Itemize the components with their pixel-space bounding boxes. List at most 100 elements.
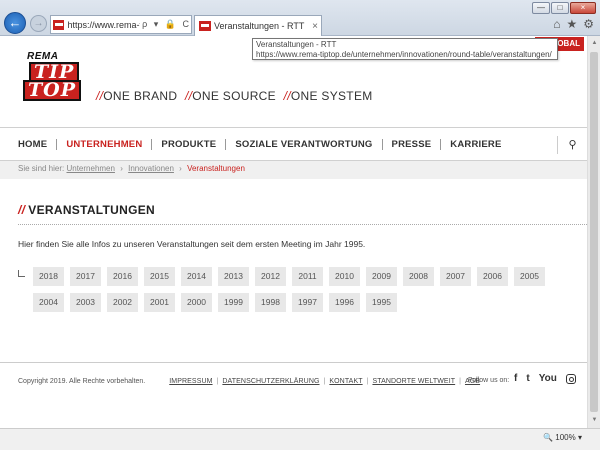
nav-separator [440, 138, 442, 150]
year-button-2015[interactable]: 2015 [144, 267, 175, 286]
search-icon[interactable]: ⚲ [557, 136, 587, 154]
footer-impressum-link[interactable]: IMPRESSUM [169, 378, 212, 385]
tab-tooltip: Veranstaltungen - RTT https://www.rema-t… [252, 38, 558, 60]
year-button-2011[interactable]: 2011 [292, 267, 323, 286]
intro-text: Hier finden Sie alle Infos zu unseren Ve… [18, 239, 366, 249]
facebook-icon[interactable]: f [514, 373, 517, 384]
footer-separator: | [366, 377, 369, 385]
year-button-1995[interactable]: 1995 [366, 293, 397, 312]
year-button-2010[interactable]: 2010 [329, 267, 360, 286]
breadcrumb: Sie sind hier: Unternehmen › Innovatione… [0, 161, 587, 179]
footer-separator: | [459, 377, 461, 385]
year-button-2005[interactable]: 2005 [514, 267, 545, 286]
year-button-2013[interactable]: 2013 [218, 267, 249, 286]
breadcrumb-separator: › [120, 164, 123, 173]
footer-datenschutz-link[interactable]: DATENSCHUTZERKLÄRUNG [222, 378, 319, 385]
scrollbar[interactable]: ▲ ▼ [587, 36, 600, 428]
social-links: f t You [514, 373, 576, 384]
nav-soziale-verantwortung[interactable]: SOZIALE VERANTWORTUNG [235, 139, 372, 150]
year-button-2014[interactable]: 2014 [181, 267, 212, 286]
breadcrumb-current: Veranstaltungen [187, 164, 245, 173]
scroll-down-icon[interactable]: ▼ [589, 415, 600, 426]
breadcrumb-innovationen[interactable]: Innovationen [128, 164, 174, 173]
twitter-icon[interactable]: t [526, 373, 529, 384]
year-button-1998[interactable]: 1998 [255, 293, 286, 312]
favicon-icon [53, 19, 65, 30]
slogan-item: ONE SOURCE [192, 89, 276, 103]
instagram-icon[interactable] [565, 373, 576, 384]
close-window-button[interactable]: × [570, 2, 596, 14]
year-button-2016[interactable]: 2016 [107, 267, 138, 286]
year-button-2004[interactable]: 2004 [33, 293, 64, 312]
footer-separator: | [216, 377, 219, 385]
home-icon[interactable]: ⌂ [553, 17, 560, 31]
address-tools-icon[interactable]: ρ ▾ 🔒 C [142, 19, 191, 30]
year-button-2000[interactable]: 2000 [181, 293, 212, 312]
title-slash: // [18, 203, 26, 217]
browser-chrome: — □ × ← → https://www.rema-ti... ρ ▾ 🔒 C… [0, 0, 600, 36]
slogan-slash: // [283, 89, 291, 103]
year-button-1997[interactable]: 1997 [292, 293, 323, 312]
zoom-value: 100% [555, 433, 576, 442]
year-button-2003[interactable]: 2003 [70, 293, 101, 312]
footer: Copyright 2019. Alle Rechte vorbehalten.… [0, 362, 587, 399]
scroll-up-icon[interactable]: ▲ [589, 38, 600, 49]
year-button-2008[interactable]: 2008 [403, 267, 434, 286]
main-nav: HOME UNTERNEHMEN PRODUKTE SOZIALE VERANT… [0, 127, 587, 161]
browser-tools: ⌂ ★ ⚙ [553, 17, 594, 31]
window-controls: — □ × [532, 2, 596, 14]
settings-icon[interactable]: ⚙ [583, 17, 594, 31]
youtube-icon[interactable]: You [539, 373, 557, 384]
scroll-thumb[interactable] [590, 52, 598, 412]
address-bar[interactable]: https://www.rema-ti... ρ ▾ 🔒 C [50, 15, 192, 34]
logo-top: TOP [23, 80, 81, 101]
breadcrumb-separator: › [179, 164, 182, 173]
maximize-button[interactable]: □ [551, 2, 569, 14]
footer-separator: | [323, 377, 326, 385]
forward-button[interactable]: → [30, 15, 47, 32]
nav-separator [56, 138, 58, 150]
title-divider [18, 224, 587, 225]
tab-close-icon[interactable]: × [309, 21, 321, 32]
nav-unternehmen[interactable]: UNTERNEHMEN [66, 139, 142, 150]
copyright: Copyright 2019. Alle Rechte vorbehalten. [18, 377, 146, 385]
year-button-2001[interactable]: 2001 [144, 293, 175, 312]
tab-title: Veranstaltungen - RTT [214, 21, 305, 31]
tooltip-url: https://www.rema-tiptop.de/unternehmen/i… [256, 50, 552, 59]
slogan-item: ONE BRAND [103, 89, 178, 103]
tooltip-title: Veranstaltungen - RTT [256, 40, 337, 49]
year-button-2009[interactable]: 2009 [366, 267, 397, 286]
nav-presse[interactable]: PRESSE [392, 139, 432, 150]
year-button-2018[interactable]: 2018 [33, 267, 64, 286]
year-button-1996[interactable]: 1996 [329, 293, 360, 312]
breadcrumb-unternehmen[interactable]: Unternehmen [66, 164, 114, 173]
footer-standorte-link[interactable]: STANDORTE WELTWEIT [372, 378, 455, 385]
years-marker-icon [18, 270, 25, 277]
year-button-2002[interactable]: 2002 [107, 293, 138, 312]
minimize-button[interactable]: — [532, 2, 550, 14]
back-button[interactable]: ← [4, 12, 26, 34]
address-url[interactable]: https://www.rema-ti... [67, 20, 140, 30]
nav-separator [225, 138, 227, 150]
page-title-text: VERANSTALTUNGEN [28, 203, 156, 217]
rema-tiptop-logo[interactable]: REMA TIP TOP [19, 51, 81, 103]
year-button-2006[interactable]: 2006 [477, 267, 508, 286]
year-list: 2018 2017 2016 2015 2014 2013 2012 2011 2010 2009… [33, 267, 563, 312]
nav-home[interactable]: HOME [18, 139, 47, 150]
slogan: //ONE BRAND //ONE SOURCE //ONE SYSTEM [92, 89, 373, 103]
nav-produkte[interactable]: PRODUKTE [161, 139, 216, 150]
nav-separator [151, 138, 153, 150]
footer-kontakt-link[interactable]: KONTAKT [329, 378, 362, 385]
page-title: //VERANSTALTUNGEN [18, 203, 155, 217]
nav-separator [381, 138, 383, 150]
status-bar: 🔍 100% ▾ [0, 428, 600, 450]
year-button-2012[interactable]: 2012 [255, 267, 286, 286]
year-button-1999[interactable]: 1999 [218, 293, 249, 312]
browser-tab[interactable]: Veranstaltungen - RTT × [194, 15, 322, 36]
year-button-2017[interactable]: 2017 [70, 267, 101, 286]
zoom-level[interactable]: 🔍 100% ▾ [543, 433, 582, 442]
breadcrumb-prefix: Sie sind hier: [18, 164, 65, 173]
favorites-icon[interactable]: ★ [566, 17, 577, 31]
nav-karriere[interactable]: KARRIERE [450, 139, 501, 150]
year-button-2007[interactable]: 2007 [440, 267, 471, 286]
